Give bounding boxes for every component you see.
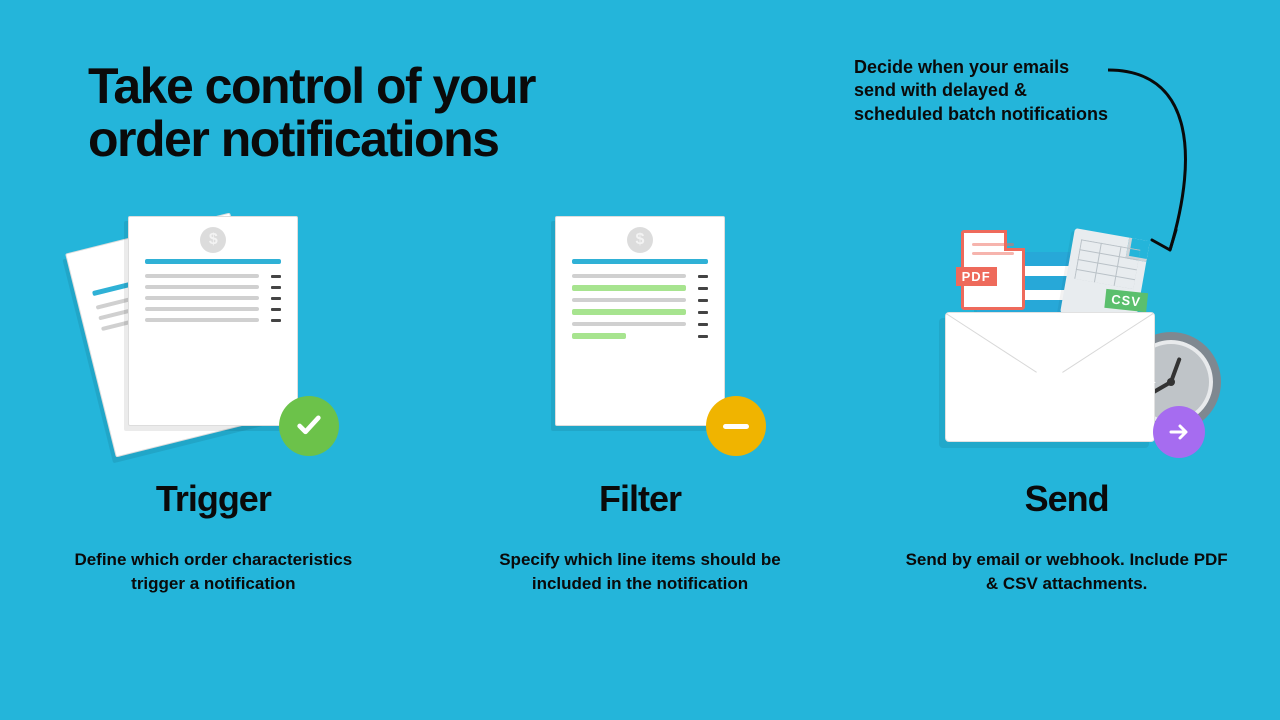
trigger-illustration [63, 210, 363, 460]
document-sheet-front-icon [128, 216, 298, 426]
column-desc-trigger: Define which order characteristics trigg… [48, 548, 378, 596]
minus-badge-icon [706, 396, 766, 456]
column-desc-filter: Specify which line items should be inclu… [475, 548, 805, 596]
column-filter: Filter Specify which line items should b… [450, 210, 830, 596]
envelope-icon [945, 312, 1155, 442]
csv-label: CSV [1104, 289, 1147, 312]
headline: Take control of yourorder notifications [88, 60, 535, 165]
filter-illustration [490, 210, 790, 460]
columns-row: Trigger Define which order characteristi… [0, 210, 1280, 640]
column-title-filter: Filter [599, 478, 681, 520]
arrow-right-badge-icon [1153, 406, 1205, 458]
column-trigger: Trigger Define which order characteristi… [23, 210, 403, 596]
column-title-send: Send [1025, 478, 1109, 520]
pdf-label: PDF [956, 267, 997, 286]
send-illustration: PDF CSV [917, 210, 1217, 460]
column-title-trigger: Trigger [156, 478, 271, 520]
checkmark-badge-icon [279, 396, 339, 456]
callout-text: Decide when your emails send with delaye… [854, 56, 1114, 126]
column-send: PDF CSV Send Send by email or webhook. I… [877, 210, 1257, 596]
pdf-file-icon: PDF [961, 230, 1025, 310]
document-sheet-icon [555, 216, 725, 426]
column-desc-send: Send by email or webhook. Include PDF & … [902, 548, 1232, 596]
